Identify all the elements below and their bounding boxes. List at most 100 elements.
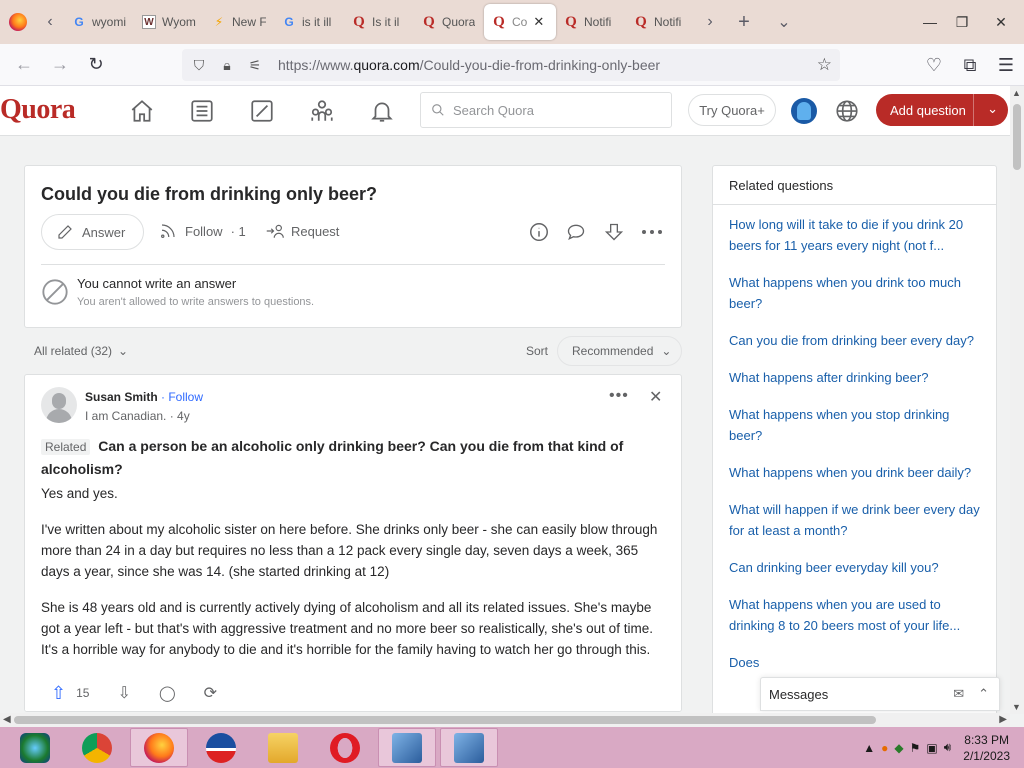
request-answer-button[interactable]: Request (265, 222, 339, 240)
user-avatar[interactable] (791, 98, 817, 124)
chevron-down-icon[interactable]: ⌄ (987, 101, 998, 117)
quora-logo[interactable]: Quora (0, 94, 76, 126)
browser-tab[interactable]: Q Notifi (626, 4, 696, 40)
restore-icon[interactable]: ❐ (946, 0, 978, 44)
list-tabs-icon[interactable]: ⌄ (764, 0, 804, 44)
address-bar[interactable]: ⛉ 🔒︎ ⚟ https://www.quora.com/Could-you-d… (182, 49, 840, 81)
related-questions-panel: Related questions How long will it take … (712, 165, 997, 725)
language-globe-icon[interactable] (834, 98, 860, 124)
related-question-link[interactable]: What happens after drinking beer? (729, 367, 985, 388)
info-icon[interactable] (527, 220, 551, 244)
related-question-link[interactable]: What happens when you are used to drinki… (729, 594, 985, 636)
more-options-icon[interactable]: ••• (609, 387, 629, 405)
follow-author-link[interactable]: · Follow (161, 390, 203, 404)
close-icon[interactable]: ✕ (649, 387, 662, 407)
try-quora-plus-button[interactable]: Try Quora+ (688, 94, 776, 126)
messages-widget[interactable]: Messages ✉ ⌃ (760, 677, 1000, 711)
related-question-link[interactable]: Can you die from drinking beer every day… (729, 330, 985, 351)
media-center-icon[interactable] (6, 728, 64, 767)
scroll-up-icon[interactable]: ▲ (1012, 88, 1021, 98)
firefox-icon[interactable] (130, 728, 188, 767)
related-question-link[interactable]: What happens when you drink too much bee… (729, 272, 985, 314)
compose-message-icon[interactable]: ✉ (953, 686, 964, 702)
following-feed-icon[interactable] (187, 96, 217, 126)
tab-scroll-right-icon[interactable]: › (696, 0, 724, 44)
related-question-link[interactable]: What happens when you stop drinking beer… (729, 404, 985, 446)
answer-button[interactable]: Answer (41, 214, 144, 250)
related-question-link[interactable]: How long will it take to die if you drin… (729, 214, 985, 256)
vertical-scrollbar[interactable]: ▲ ▼ (1010, 86, 1024, 714)
notifications-bell-icon[interactable] (367, 96, 397, 126)
comment-icon[interactable]: ◯ (159, 684, 176, 702)
sort-dropdown[interactable]: Recommended ⌄ (557, 336, 682, 366)
new-tab-icon[interactable]: + (724, 0, 764, 44)
tray-app-icon[interactable]: ● (881, 741, 888, 755)
tray-app-icon[interactable]: ◆ (894, 741, 903, 755)
opera-icon[interactable] (316, 728, 374, 767)
add-question-button[interactable]: Add question ⌄ (876, 94, 1008, 126)
forward-icon[interactable]: → (42, 44, 78, 86)
downvote-icon[interactable]: ⇩ (117, 683, 130, 703)
minimize-icon[interactable]: — (914, 0, 946, 44)
scroll-left-icon[interactable]: ◀ (3, 714, 11, 725)
reload-icon[interactable]: ↻ (78, 44, 114, 86)
browser-tab[interactable]: Gis it ill (274, 4, 344, 40)
scrollbar-thumb[interactable] (14, 716, 876, 724)
lock-icon[interactable]: 🔒︎ (218, 57, 236, 74)
firefox-menu-icon[interactable] (0, 0, 36, 44)
pocket-icon[interactable]: ♡ (916, 44, 952, 86)
permissions-icon[interactable]: ⚟ (246, 57, 264, 74)
remote-desktop-icon[interactable] (440, 728, 498, 767)
shield-icon[interactable]: ⛉ (190, 57, 208, 74)
extensions-icon[interactable]: ⧉ (952, 44, 988, 86)
browser-tab[interactable]: Q Notifi (556, 4, 626, 40)
downvote-icon[interactable] (602, 220, 626, 244)
related-question-link[interactable]: What happens when you drink beer daily? (729, 462, 985, 483)
browser-tab[interactable]: W Wyom (134, 4, 204, 40)
spaces-icon[interactable] (307, 96, 337, 126)
upvote-icon[interactable]: ⇧ (51, 683, 66, 704)
browser-tab[interactable]: Q Quora (414, 4, 484, 40)
all-related-dropdown[interactable]: All related (32) ⌄ (34, 344, 128, 358)
back-icon[interactable]: ← (6, 44, 42, 86)
bookmark-star-icon[interactable]: ☆ (817, 55, 832, 75)
scroll-right-icon[interactable]: ▶ (999, 714, 1007, 725)
obama-logo-icon[interactable] (192, 728, 250, 767)
answer-pen-icon[interactable] (247, 96, 277, 126)
show-hidden-icons-icon[interactable]: ▲ (863, 741, 875, 755)
scroll-down-icon[interactable]: ▼ (1012, 702, 1021, 712)
clock[interactable]: 8:33 PM 2/1/2023 (963, 732, 1010, 764)
related-tag: Related (41, 439, 91, 455)
author-avatar[interactable] (41, 387, 77, 423)
close-tab-icon[interactable]: ✕ (533, 14, 544, 30)
horizontal-scrollbar[interactable]: ◀ ▶ (0, 713, 1010, 727)
more-options-icon[interactable] (640, 220, 664, 244)
chrome-icon[interactable] (68, 728, 126, 767)
follow-question-button[interactable]: Follow · 1 (159, 222, 246, 240)
home-icon[interactable] (127, 96, 157, 126)
browser-tab-active[interactable]: Q Co ✕ (484, 4, 556, 40)
related-question-link[interactable]: Does (729, 652, 985, 673)
network-icon[interactable]: ▣ (926, 741, 937, 755)
related-question-link[interactable]: Can drinking beer everyday kill you? (729, 557, 985, 578)
search-input[interactable] (453, 102, 653, 118)
action-center-flag-icon[interactable]: ⚑ (910, 741, 921, 755)
chevron-up-icon[interactable]: ⌃ (978, 686, 989, 702)
url-text[interactable]: https://www.quora.com/Could-you-die-from… (278, 57, 660, 73)
file-explorer-icon[interactable] (254, 728, 312, 767)
tab-scroll-left-icon[interactable]: ‹ (36, 0, 64, 44)
browser-tab[interactable]: Q Is it il (344, 4, 414, 40)
remote-desktop-icon[interactable] (378, 728, 436, 767)
browser-tab[interactable]: ⚡ New F (204, 4, 274, 40)
search-box[interactable] (420, 92, 672, 128)
scrollbar-thumb[interactable] (1013, 104, 1021, 170)
share-icon[interactable]: ⟳ (204, 683, 217, 703)
related-question[interactable]: Related Can a person be an alcoholic onl… (41, 435, 661, 480)
browser-tab[interactable]: Gwyomi (64, 4, 134, 40)
close-window-icon[interactable]: ✕ (978, 0, 1024, 44)
menu-icon[interactable]: ☰ (988, 44, 1024, 86)
related-question-link[interactable]: What will happen if we drink beer every … (729, 499, 985, 541)
comment-icon[interactable] (564, 220, 588, 244)
author-name[interactable]: Susan Smith (85, 390, 158, 404)
volume-icon[interactable]: 🔊︎ (944, 740, 952, 755)
